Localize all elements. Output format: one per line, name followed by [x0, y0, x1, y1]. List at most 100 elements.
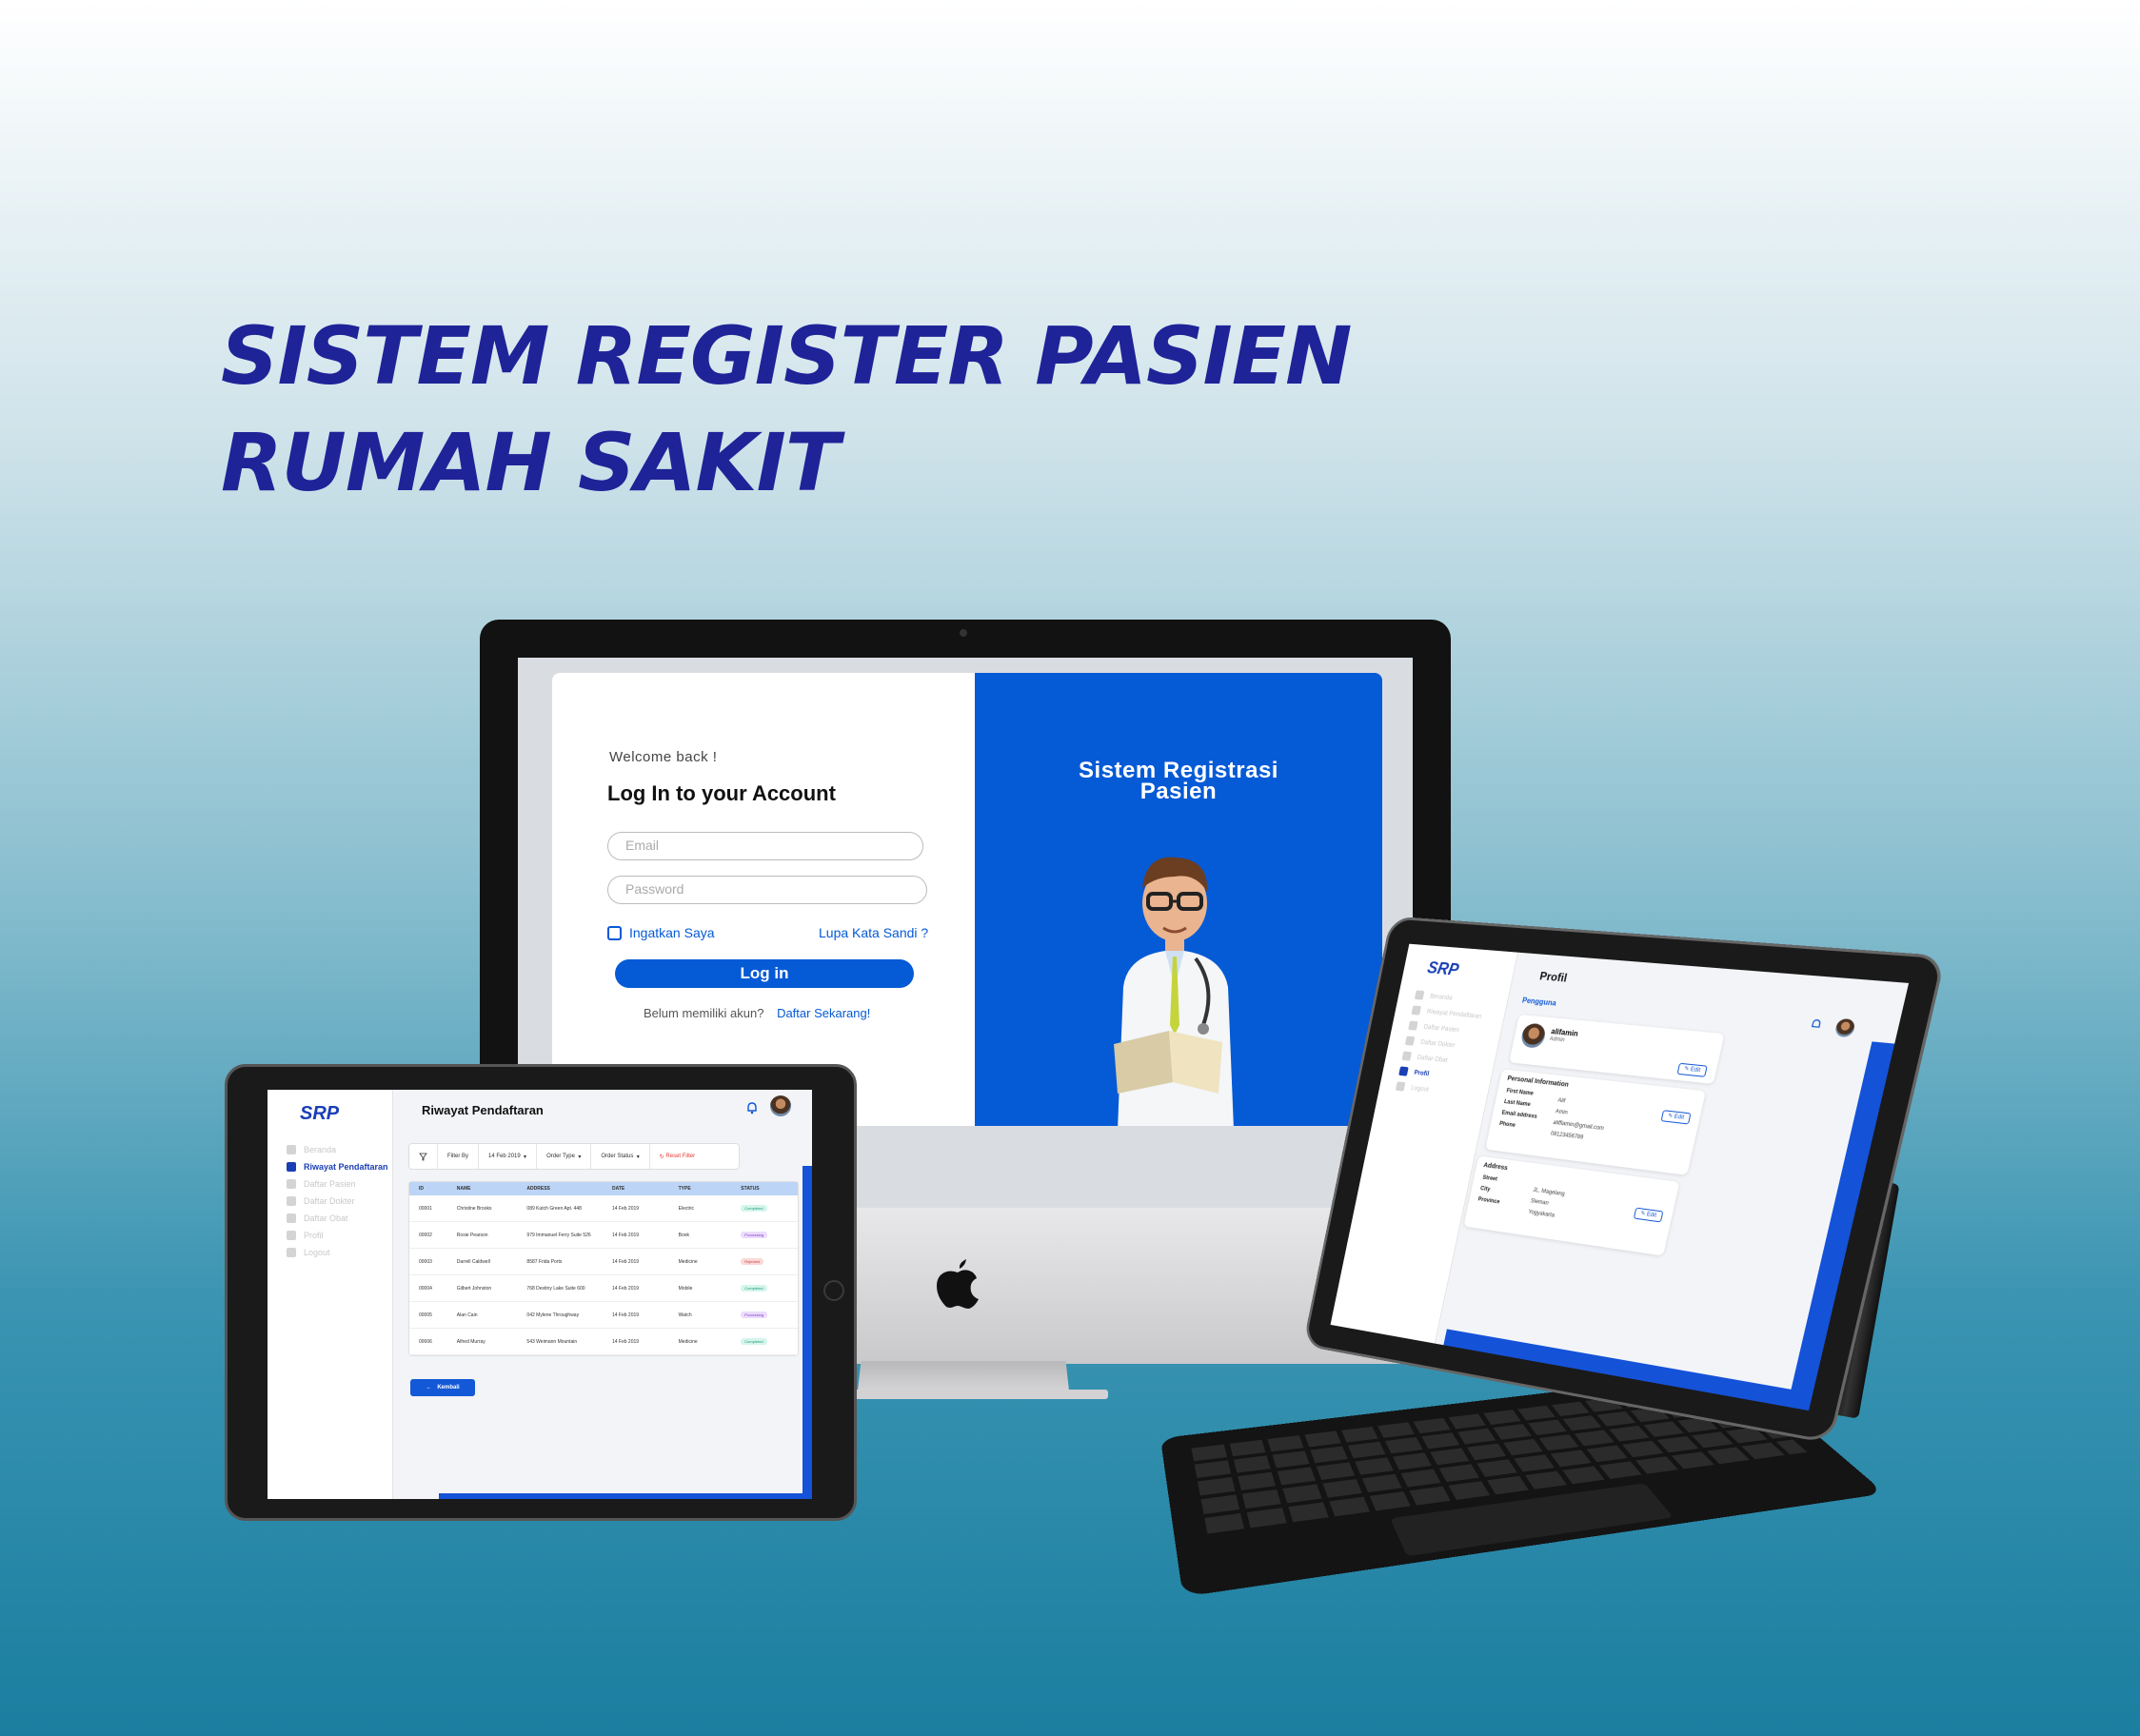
sidebar-item-daftar-pasien[interactable]: Daftar Pasien: [287, 1179, 356, 1189]
table-row[interactable]: 00004 Gilbert Johnston 768 Destiny Lake Su…: [409, 1275, 798, 1302]
sidebar-item-profil[interactable]: Profil: [287, 1231, 324, 1240]
table-cell: 768 Destiny Lake Suite 600: [526, 1286, 612, 1292]
sidebar-item-riwayat-pendaftaran[interactable]: Riwayat Pendaftaran: [1411, 1005, 1482, 1020]
home-icon: [287, 1145, 296, 1154]
table-cell: Alfred Murray: [457, 1339, 527, 1345]
address-field-label: Province: [1477, 1197, 1500, 1206]
table-row[interactable]: 00006 Alfred Murray 543 Weimann Mountain 14…: [409, 1329, 798, 1355]
sidebar-item-daftar-dokter[interactable]: Daftar Dokter: [1405, 1036, 1456, 1050]
column-header: DATE: [612, 1186, 679, 1192]
table-cell: Watch: [679, 1312, 742, 1318]
section-label: Pengguna: [1521, 996, 1556, 1008]
table-cell: 14 Feb 2019: [612, 1339, 679, 1345]
arrow-left-icon: ←: [426, 1385, 431, 1391]
sidebar-icon: [1408, 1020, 1418, 1030]
personal-info-card: Personal Information First Name Alif Last …: [1485, 1069, 1706, 1175]
table-cell: Medicine: [679, 1339, 742, 1345]
filter-icon[interactable]: [409, 1144, 438, 1169]
column-header: TYPE: [679, 1186, 742, 1192]
sidebar-item-label: Logout: [1411, 1084, 1430, 1093]
table-cell: 00001: [409, 1206, 457, 1212]
register-link[interactable]: Daftar Sekarang!: [777, 1006, 870, 1020]
reset-filter-button[interactable]: ↻ Reset Filter: [650, 1144, 704, 1169]
personal-field-value: Amin: [1555, 1109, 1568, 1115]
password-field[interactable]: Password: [607, 876, 927, 904]
sidebar-item-beranda[interactable]: Beranda: [287, 1145, 336, 1154]
sidebar-icon: [1415, 990, 1425, 999]
sidebar-item-daftar-pasien[interactable]: Daftar Pasien: [1408, 1020, 1460, 1035]
history-table: ID NAME ADDRESS DATE TYPE STATUS 00001 Christi…: [408, 1181, 799, 1356]
address-field-value: Sleman: [1530, 1198, 1549, 1206]
avatar-right[interactable]: [1834, 1018, 1856, 1038]
forgot-password-link[interactable]: Lupa Kata Sandi ?: [819, 925, 928, 940]
filter-by-label: Filter By: [438, 1144, 479, 1169]
sidebar-item-daftar-dokter[interactable]: Daftar Dokter: [287, 1196, 355, 1206]
reset-filter-label: Reset Filter: [665, 1154, 695, 1159]
status-badge: Processing: [741, 1232, 767, 1238]
table-cell: 00004: [409, 1286, 457, 1292]
sidebar-item-profil[interactable]: Profil: [1398, 1066, 1430, 1078]
order-status-filter[interactable]: Order Status ▾: [591, 1144, 649, 1169]
checkbox-icon[interactable]: [607, 926, 622, 940]
sidebar-item-daftar-obat[interactable]: Daftar Obat: [1401, 1051, 1448, 1064]
table-row[interactable]: 00003 Darrell Caldwell 8587 Frida Ports 14 …: [409, 1249, 798, 1275]
personal-field-label: Last Name: [1503, 1099, 1531, 1108]
bell-icon[interactable]: [745, 1101, 759, 1115]
srp-logo: SRP: [300, 1103, 339, 1125]
edit-user-button[interactable]: ✎ Edit: [1676, 1063, 1707, 1077]
table-cell: Completed: [741, 1205, 798, 1212]
address-field-value: JL. Magelang: [1533, 1188, 1565, 1197]
headline: SISTEM REGISTER PASIEN RUMAH SAKIT: [221, 303, 1351, 516]
personal-info-title: Personal Information: [1507, 1075, 1570, 1089]
remember-me[interactable]: Ingatkan Saya: [607, 925, 715, 940]
personal-field-label: Email address: [1501, 1111, 1537, 1120]
ipad-left-mockup: SRP Beranda Riwayat Pendaftaran Daftar Pas…: [225, 1064, 857, 1521]
address-title: Address: [1483, 1162, 1509, 1172]
table-row[interactable]: 00001 Christine Brooks 089 Kutch Green Apt…: [409, 1195, 798, 1222]
order-type-filter[interactable]: Order Type ▾: [537, 1144, 591, 1169]
avatar[interactable]: [770, 1095, 791, 1116]
edit-address-button[interactable]: ✎ Edit: [1634, 1208, 1664, 1223]
sidebar-item-label: Daftar Obat: [304, 1213, 348, 1223]
table-row[interactable]: 00005 Alan Cain 042 Mylene Throughway 14 Fe…: [409, 1302, 798, 1329]
logout-icon: [287, 1248, 296, 1257]
home-button[interactable]: [823, 1280, 844, 1301]
sidebar-item-label: Logout: [304, 1248, 330, 1257]
table-cell: 14 Feb 2019: [612, 1312, 679, 1318]
bell-icon-right[interactable]: [1809, 1017, 1823, 1031]
welcome-text: Welcome back !: [609, 749, 717, 765]
srp-logo-right: SRP: [1426, 958, 1461, 980]
edit-address-label: Edit: [1646, 1212, 1656, 1218]
sidebar-item-logout[interactable]: Logout: [1396, 1081, 1430, 1094]
login-panel: Welcome back ! Log In to your Account Em…: [552, 673, 975, 1126]
edit-user-label: Edit: [1690, 1067, 1701, 1074]
sidebar-item-beranda[interactable]: Beranda: [1415, 990, 1454, 1002]
table-header: ID NAME ADDRESS DATE TYPE STATUS: [409, 1182, 798, 1195]
history-icon: [287, 1162, 296, 1172]
email-field[interactable]: Email: [607, 832, 923, 860]
ipad-right-mockup: SRP Beranda Riwayat Pendaftaran Daftar Pas…: [1314, 933, 1923, 1428]
table-row[interactable]: 00002 Rosie Pearson 979 Immanuel Ferry Sui…: [409, 1222, 798, 1249]
login-button[interactable]: Log in: [615, 959, 914, 988]
sidebar-item-label: Beranda: [304, 1145, 336, 1154]
table-cell: Alan Cain: [457, 1312, 527, 1318]
sidebar-item-label: Profil: [1414, 1069, 1430, 1076]
accent-stripe-right: [1787, 1041, 1894, 1410]
sidebar-item-logout[interactable]: Logout: [287, 1248, 330, 1257]
table-cell: Christine Brooks: [457, 1206, 527, 1212]
accent-stripe-bottom: [439, 1493, 812, 1499]
headline-line-1: SISTEM REGISTER PASIEN: [221, 303, 1351, 409]
sidebar-item-riwayat-pendaftaran[interactable]: Riwayat Pendaftaran: [287, 1162, 388, 1172]
table-cell: Completed: [741, 1338, 798, 1345]
table-cell: Darrell Caldwell: [457, 1259, 527, 1265]
medicine-icon: [287, 1213, 296, 1223]
user-icon: [287, 1231, 296, 1240]
status-badge: Completed: [741, 1285, 766, 1292]
back-button[interactable]: ← Kembali: [410, 1379, 475, 1396]
sidebar-item-daftar-obat[interactable]: Daftar Obat: [287, 1213, 348, 1223]
edit-personal-button[interactable]: ✎ Edit: [1660, 1110, 1691, 1124]
patients-icon: [287, 1179, 296, 1189]
table-cell: 089 Kutch Green Apt. 448: [526, 1206, 612, 1212]
back-button-label: Kembali: [437, 1385, 459, 1391]
date-filter[interactable]: 14 Feb 2019 ▾: [479, 1144, 537, 1169]
